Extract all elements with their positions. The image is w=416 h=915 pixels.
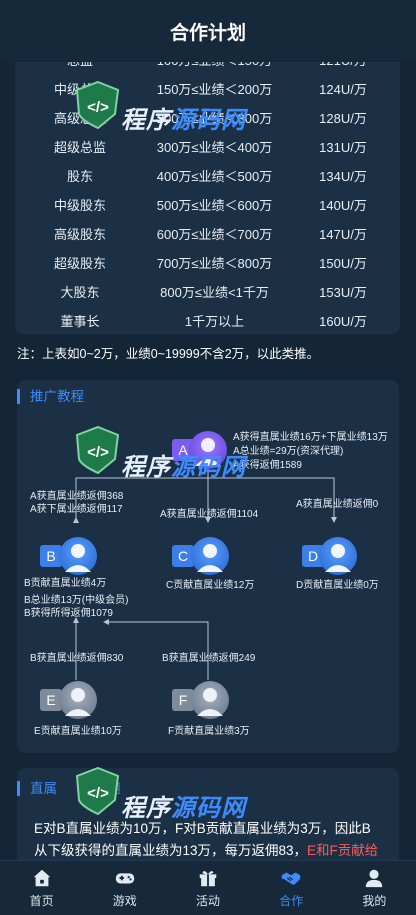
bottom-tab-bar: 首页 游戏 活动 合作 我的 [0,860,416,915]
rate-cell: 131U/万 [319,140,367,155]
range-cell: 150万≤业绩＜200万 [156,82,273,97]
range-cell: 300万≤业绩＜400万 [156,140,273,155]
rate-cell: 134U/万 [319,169,367,184]
tutorial-title: 推广教程 [17,389,84,404]
tab-label: 活动 [196,894,221,908]
table-row: 中级股东 500万≤业绩＜600万 140U/万 [15,191,400,220]
table-note: 注：上表如0~2万，业绩0~19999不含2万，以此类推。 [17,347,320,361]
tab-cooperation[interactable]: 合作 [250,861,333,915]
tab-label: 合作 [279,894,304,908]
level-cell: 超级总监 [53,140,106,155]
gamepad-icon [115,873,134,884]
tab-profile[interactable]: 我的 [333,861,416,915]
gift-icon [199,871,217,887]
level-cell: 超级股东 [53,256,106,271]
table-row: 董事长 1千万以上 160U/万 [15,307,400,334]
level-cell: 大股东 [60,285,100,300]
level-cell: 股东 [66,169,93,184]
rate-cell: 160U/万 [319,314,367,329]
table-row: 超级总监 300万≤业绩＜400万 131U/万 [15,133,400,162]
table-row: 高级股东 600万≤业绩＜700万 147U/万 [15,220,400,249]
table-row: 中级总监 150万≤业绩＜200万 124U/万 [15,75,400,104]
tab-games[interactable]: 游戏 [83,861,166,915]
tab-label: 游戏 [112,894,137,908]
level-cell: 高级股东 [53,227,106,242]
range-cell: 400万≤业绩＜500万 [156,169,273,184]
handshake-icon [282,872,301,885]
tab-label: 我的 [362,894,387,908]
table-row: 高级总监 200万≤业绩＜300万 128U/万 [15,104,400,133]
range-cell: 200万≤业绩＜300万 [156,111,273,126]
rate-cell: 153U/万 [319,285,367,300]
user-icon [366,869,383,888]
range-cell: 600万≤业绩＜700万 [156,227,273,242]
page-title: 合作计划 [169,22,246,44]
range-cell: 800万≤业绩<1千万 [160,285,269,300]
table-row: 大股东 800万≤业绩<1千万 153U/万 [15,278,400,307]
tab-home[interactable]: 首页 [0,861,83,915]
tutorial-card [17,380,399,753]
direct-title-head: 直属 [30,781,57,796]
range-cell: 700万≤业绩＜800万 [156,256,273,271]
page-header: 合作计划 [0,0,416,62]
direct-title-tail: 佣 [107,781,121,796]
table-row: 超级股东 700万≤业绩＜800万 150U/万 [15,249,400,278]
level-cell: 中级总监 [53,82,106,97]
rate-cell: 150U/万 [319,256,367,271]
range-cell: 1千万以上 [184,314,245,329]
table-row: 股东 400万≤业绩＜500万 134U/万 [15,162,400,191]
rate-cell: 140U/万 [319,198,367,213]
level-cell: 中级股东 [53,198,106,213]
rate-cell: 124U/万 [319,82,367,97]
direct-section-title: 直属 佣 [17,781,121,796]
tab-label: 首页 [29,894,54,908]
tab-activities[interactable]: 活动 [166,861,249,915]
range-cell: 500万≤业绩＜600万 [156,198,273,213]
home-icon [33,869,50,887]
rate-cell: 147U/万 [319,227,367,242]
level-cell: 董事长 [60,314,100,329]
rate-cell: 128U/万 [319,111,367,126]
rate-table: 总监 100万≤业绩＜150万 121U/万 中级总监 150万≤业绩＜200万… [15,48,400,334]
level-cell: 高级总监 [53,111,106,126]
